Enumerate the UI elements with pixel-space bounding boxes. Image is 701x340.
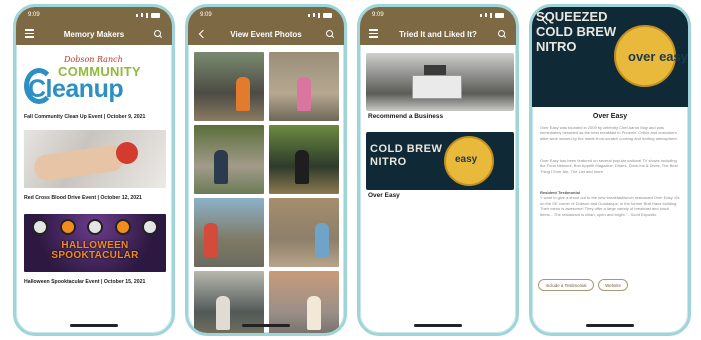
home-indicator[interactable] <box>414 324 462 327</box>
status-bar: 9:09 <box>16 7 172 23</box>
nav-bar: Memory Makers <box>16 23 172 45</box>
event-caption[interactable]: Halloween Spooktacular Event | October 1… <box>24 279 145 285</box>
search-icon[interactable] <box>497 29 507 39</box>
status-time: 9:09 <box>372 12 384 18</box>
phone-tried-it: 9:09 Tried It and Liked It? Recommend a … <box>357 4 519 336</box>
nav-bar: View Event Photos <box>188 23 344 45</box>
pumpkins-icon <box>32 219 158 237</box>
page-title: View Event Photos <box>230 29 302 39</box>
testimonial-block: Resident Testimonial "I want to give a s… <box>540 190 680 217</box>
nav-bar: Tried It and Liked It? <box>360 23 516 45</box>
blood-drive-image[interactable] <box>24 130 166 188</box>
photo-grid <box>194 52 339 333</box>
signal-battery-icon <box>136 12 160 18</box>
event-caption[interactable]: Red Cross Blood Drive Event | October 12… <box>24 195 142 201</box>
testimonial-heading: Resident Testimonial <box>540 190 580 195</box>
logo-top-text: Dobson Ranch <box>64 55 123 64</box>
event-photo[interactable] <box>269 52 339 121</box>
back-icon[interactable] <box>540 13 552 25</box>
home-indicator[interactable] <box>586 324 634 327</box>
logo-cleanup-text: Cleanup <box>28 75 124 103</box>
event-photo[interactable] <box>194 198 264 267</box>
back-icon[interactable] <box>197 29 207 39</box>
signal-battery-icon <box>480 12 504 18</box>
halloween-image[interactable]: HALLOWEEN SPOOKTACULAR <box>24 214 166 272</box>
phone-memory-makers: 9:09 Memory Makers Dobson Ranch COMMUNIT… <box>13 4 175 336</box>
event-photo[interactable] <box>269 125 339 194</box>
description-paragraph: Over Easy was founded in 2009 by celebri… <box>540 125 678 141</box>
menu-icon[interactable] <box>369 29 379 39</box>
phone-over-easy: SQUEEZED COLD BREW NITRO over easy Over … <box>529 4 691 336</box>
status-time: 9:09 <box>200 12 212 18</box>
recommend-business-image[interactable] <box>366 53 514 111</box>
menu-icon[interactable] <box>25 29 35 39</box>
home-indicator[interactable] <box>70 324 118 327</box>
page-title: Memory Makers <box>63 29 125 39</box>
testimonial-text: "I want to give a shout out to the new b… <box>540 195 680 217</box>
phone-event-photos: 9:09 View Event Photos <box>185 4 347 336</box>
hero-logo-word: over easy <box>628 49 688 64</box>
include-testimonial-button[interactable]: Include a Testimonial <box>538 279 594 291</box>
status-bar: 9:09 <box>188 7 344 23</box>
community-cleanup-logo[interactable]: Dobson Ranch COMMUNITY Cleanup <box>24 55 164 110</box>
over-easy-image[interactable]: COLD BREW NITRO easy <box>366 132 514 190</box>
home-indicator[interactable] <box>242 324 290 327</box>
business-title: Over Easy <box>592 113 628 120</box>
halloween-image-text: HALLOWEEN SPOOKTACULAR <box>51 240 139 261</box>
event-photo[interactable] <box>194 52 264 121</box>
search-icon[interactable] <box>153 29 163 39</box>
search-icon[interactable] <box>325 29 335 39</box>
over-easy-label[interactable]: Over Easy <box>368 192 400 199</box>
website-button[interactable]: Website <box>598 279 628 291</box>
recommend-business-label[interactable]: Recommend a Business <box>368 113 443 120</box>
logo-word: easy <box>455 154 478 165</box>
event-caption[interactable]: Fall Community Clean Up Event | October … <box>24 114 145 120</box>
status-time: 9:09 <box>28 12 40 18</box>
over-easy-hero-image: SQUEEZED COLD BREW NITRO over easy <box>532 7 688 107</box>
description-paragraph: Over Easy has been featured on several p… <box>540 158 678 174</box>
page-title: Tried It and Liked It? <box>399 29 477 39</box>
event-photo[interactable] <box>194 125 264 194</box>
status-bar: 9:09 <box>360 7 516 23</box>
sign-text: COLD BREW NITRO <box>370 143 443 168</box>
event-photo[interactable] <box>269 198 339 267</box>
signal-battery-icon <box>308 12 332 18</box>
